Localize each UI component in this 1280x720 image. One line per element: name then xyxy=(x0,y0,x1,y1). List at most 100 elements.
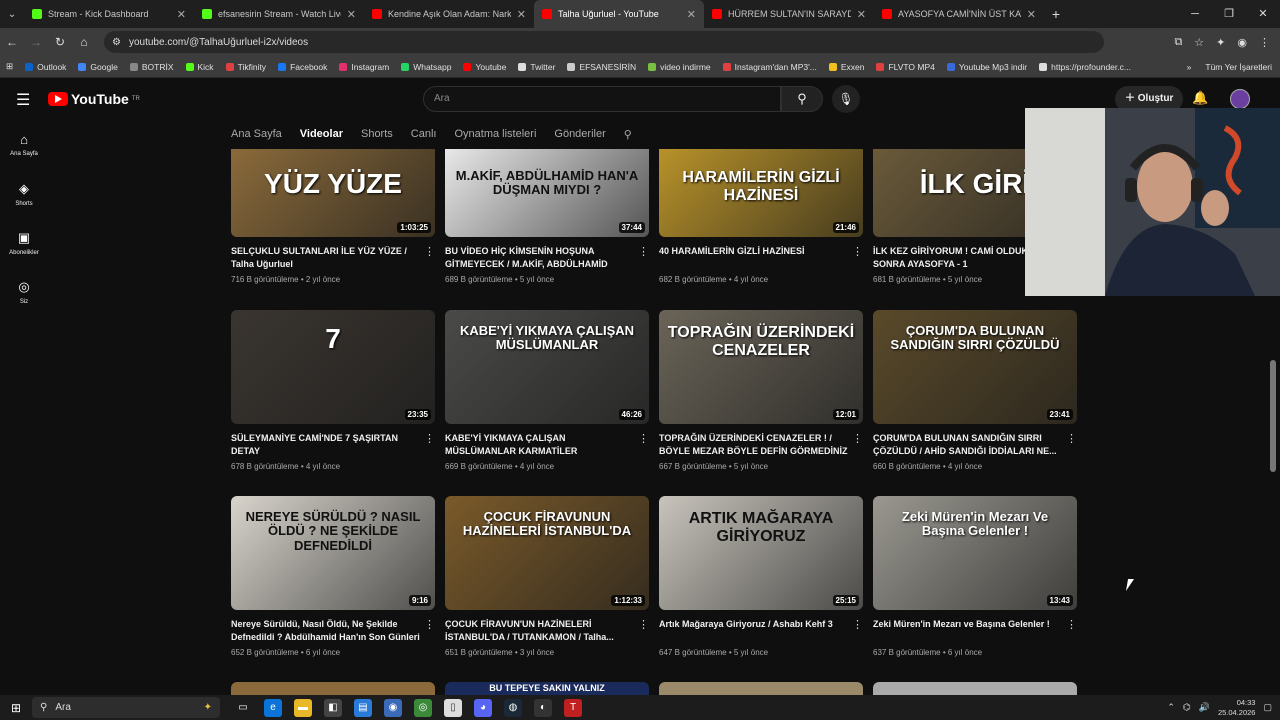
close-window-icon[interactable]: ✕ xyxy=(1246,0,1280,28)
extensions-icon[interactable]: ✦ xyxy=(1216,36,1225,49)
edge-icon[interactable]: e xyxy=(264,698,282,717)
tab-search-icon[interactable]: ⌄ xyxy=(0,9,24,20)
search-input[interactable]: Ara xyxy=(423,86,781,112)
minimize-icon[interactable]: ─ xyxy=(1178,0,1212,28)
youtube-logo[interactable]: YouTube TR xyxy=(48,91,140,107)
more-actions-icon[interactable]: ⋮ xyxy=(638,618,649,631)
bookmark-item[interactable]: BOTRİX xyxy=(124,62,180,72)
video-thumbnail[interactable]: KABE'Yİ YIKMAYA ÇALIŞAN MÜSLÜMANLAR 46:2… xyxy=(445,310,649,424)
voice-search-button[interactable]: 🎙 xyxy=(832,85,860,113)
reload-icon[interactable]: ↻ xyxy=(48,35,72,49)
bookmark-item[interactable]: FLVTO MP4 xyxy=(870,62,940,72)
video-thumbnail[interactable]: ÇORUM'DA BULUNAN SANDIĞIN SIRRI ÇÖZÜLDÜ … xyxy=(873,310,1077,424)
apps-icon[interactable]: ⊞ xyxy=(0,61,19,72)
video-title[interactable]: SELÇUKLU SULTANLARI İLE YÜZ YÜZE / Talha… xyxy=(231,245,435,271)
video-title[interactable]: SÜLEYMANİYE CAMİ'NDE 7 ŞAŞIRTAN DETAY xyxy=(231,432,435,458)
video-title[interactable]: KABE'Yİ YIKMAYA ÇALIŞAN MÜSLÜMANLAR KARM… xyxy=(445,432,649,458)
close-tab-icon[interactable]: ✕ xyxy=(347,8,356,21)
more-actions-icon[interactable]: ⋮ xyxy=(424,618,435,631)
windows-start-icon[interactable]: ⊞ xyxy=(0,701,32,715)
bookmark-item[interactable]: Youtube xyxy=(457,62,512,72)
search-button[interactable]: ⚲ xyxy=(781,86,823,112)
video-thumbnail[interactable] xyxy=(873,682,1077,695)
video-thumbnail[interactable]: TOPRAĞIN ÜZERİNDEKİ CENAZELER 12:01 xyxy=(659,310,863,424)
more-actions-icon[interactable]: ⋮ xyxy=(852,245,863,258)
video-card[interactable]: KABE'Yİ YIKMAYA ÇALIŞAN MÜSLÜMANLAR 46:2… xyxy=(445,310,649,471)
browser-tab[interactable]: Kendine Aşık Olan Adam: Nark ✕ xyxy=(364,0,534,28)
more-actions-icon[interactable]: ⋮ xyxy=(852,618,863,631)
maximize-icon[interactable]: ❐ xyxy=(1212,0,1246,28)
browser-tab[interactable]: Talha Uğurluel - YouTube ✕ xyxy=(534,0,704,28)
bookmark-item[interactable]: Whatsapp xyxy=(395,62,457,72)
more-actions-icon[interactable]: ⋮ xyxy=(1066,618,1077,631)
video-title[interactable]: Zeki Müren'in Mezarı ve Başına Gelenler … xyxy=(873,618,1077,644)
task-view-icon[interactable]: ▭ xyxy=(234,699,252,717)
video-card[interactable]: NEREYE SÜRÜLDÜ ? NASIL ÖLDÜ ? NE ŞEKİLDE… xyxy=(231,496,435,657)
video-card[interactable]: ARTIK MAĞARAYA GİRİYORUZ 25:15 Artık Mağ… xyxy=(659,496,863,657)
tab-playlists[interactable]: Oynatma listeleri xyxy=(454,128,536,140)
home-icon[interactable]: ⌂ xyxy=(72,35,96,49)
more-actions-icon[interactable]: ⋮ xyxy=(638,432,649,445)
video-thumbnail[interactable]: ARTIK MAĞARAYA GİRİYORUZ 25:15 xyxy=(659,496,863,610)
close-tab-icon[interactable]: ✕ xyxy=(177,8,186,21)
bookmark-item[interactable]: Instagram'dan MP3'... xyxy=(717,62,823,72)
sidebar-item-you[interactable]: ◎ Siz xyxy=(0,267,48,316)
more-bookmarks-icon[interactable]: » xyxy=(1187,62,1192,72)
notepad-icon[interactable]: ▯ xyxy=(444,698,462,717)
app-icon[interactable]: ▤ xyxy=(354,698,372,717)
network-icon[interactable]: ⌬ xyxy=(1183,702,1191,713)
chrome-icon[interactable]: ◎ xyxy=(414,698,432,717)
bookmark-item[interactable]: EFSANESİRİN xyxy=(561,62,642,72)
notifications-icon[interactable]: ▢ xyxy=(1263,702,1272,713)
more-actions-icon[interactable]: ⋮ xyxy=(424,432,435,445)
sidebar-item-shorts[interactable]: ◈ Shorts xyxy=(0,169,48,218)
video-thumbnail[interactable]: ÇOCUK FİRAVUNUN HAZİNELERİ İSTANBUL'DA 1… xyxy=(445,496,649,610)
bookmark-item[interactable]: Instagram xyxy=(333,62,395,72)
obs-icon[interactable]: ◐ xyxy=(534,698,552,717)
video-thumbnail[interactable]: BU TEPEYE SAKIN YALNIZ xyxy=(445,682,649,695)
taskbar-search-input[interactable]: ⚲ Ara ✦ xyxy=(32,697,220,718)
video-thumbnail[interactable]: 7 23:35 xyxy=(231,310,435,424)
bookmark-item[interactable]: Outlook xyxy=(19,62,72,72)
tray-chevron-icon[interactable]: ⌃ xyxy=(1167,702,1175,713)
tikfinity-icon[interactable]: T xyxy=(564,698,582,717)
video-title[interactable]: ÇORUM'DA BULUNAN SANDIĞIN SIRRI ÇÖZÜLDÜ … xyxy=(873,432,1077,458)
more-actions-icon[interactable]: ⋮ xyxy=(852,432,863,445)
bookmark-item[interactable]: Twitter xyxy=(512,62,561,72)
bookmark-item[interactable]: Kick xyxy=(180,62,220,72)
video-card[interactable]: YÜZ YÜZE 1:03:25 SELÇUKLU SULTANLARI İLE… xyxy=(231,149,435,284)
video-card[interactable]: TOPRAĞIN ÜZERİNDEKİ CENAZELER 12:01 TOPR… xyxy=(659,310,863,471)
video-title[interactable]: Artık Mağaraya Giriyoruz / Ashabı Kehf 3 xyxy=(659,618,863,644)
avatar[interactable] xyxy=(1230,89,1250,109)
file-explorer-icon[interactable]: ▬ xyxy=(294,698,312,717)
bookmark-item[interactable]: Exxen xyxy=(823,62,871,72)
tab-shorts[interactable]: Shorts xyxy=(361,128,393,140)
sidebar-item-subscriptions[interactable]: ▣ Abonelikler xyxy=(0,218,48,267)
video-title[interactable]: TOPRAĞIN ÜZERİNDEKİ CENAZELER ! / BÖYLE … xyxy=(659,432,863,458)
browser-tab[interactable]: HÜRREM SULTAN'IN SARAYDA ✕ xyxy=(704,0,874,28)
video-thumbnail[interactable]: HARAMİLERİN GİZLİ HAZİNESİ 21:46 xyxy=(659,149,863,237)
bookmark-item[interactable]: video indirme xyxy=(642,62,717,72)
video-card[interactable]: M.AKİF, ABDÜLHAMİD HAN'A DÜŞMAN MIYDI ? … xyxy=(445,149,649,284)
menu-icon[interactable]: ☰ xyxy=(16,90,30,110)
video-card[interactable]: HARAMİLERİN GİZLİ HAZİNESİ 21:46 40 HARA… xyxy=(659,149,863,284)
new-tab-button[interactable]: + xyxy=(1044,6,1068,22)
bookmark-item[interactable]: Youtube Mp3 indir xyxy=(941,62,1033,72)
close-tab-icon[interactable]: ✕ xyxy=(857,8,866,21)
video-title[interactable]: Nereye Sürüldü, Nasıl Öldü, Ne Şekilde D… xyxy=(231,618,435,644)
more-actions-icon[interactable]: ⋮ xyxy=(1066,432,1077,445)
discord-icon[interactable]: ◕ xyxy=(474,698,492,717)
bookmark-star-icon[interactable]: ☆ xyxy=(1194,36,1204,49)
site-info-icon[interactable]: ⚙ xyxy=(112,37,121,48)
browser-tab[interactable]: AYASOFYA CAMİ'NİN ÜST KAT ✕ xyxy=(874,0,1044,28)
browser-tab[interactable]: efsanesirin Stream - Watch Live ✕ xyxy=(194,0,364,28)
bookmark-item[interactable]: Google xyxy=(72,62,123,72)
forward-icon[interactable]: → xyxy=(24,35,48,49)
tab-videos[interactable]: Videolar xyxy=(300,128,343,140)
video-thumbnail[interactable]: YÜZ YÜZE 1:03:25 xyxy=(231,149,435,237)
close-tab-icon[interactable]: ✕ xyxy=(1027,8,1036,21)
video-card[interactable]: ÇORUM'DA BULUNAN SANDIĞIN SIRRI ÇÖZÜLDÜ … xyxy=(873,310,1077,471)
bookmark-item[interactable]: Tikfinity xyxy=(220,62,273,72)
more-actions-icon[interactable]: ⋮ xyxy=(424,245,435,258)
video-card[interactable]: ÇOCUK FİRAVUNUN HAZİNELERİ İSTANBUL'DA 1… xyxy=(445,496,649,657)
